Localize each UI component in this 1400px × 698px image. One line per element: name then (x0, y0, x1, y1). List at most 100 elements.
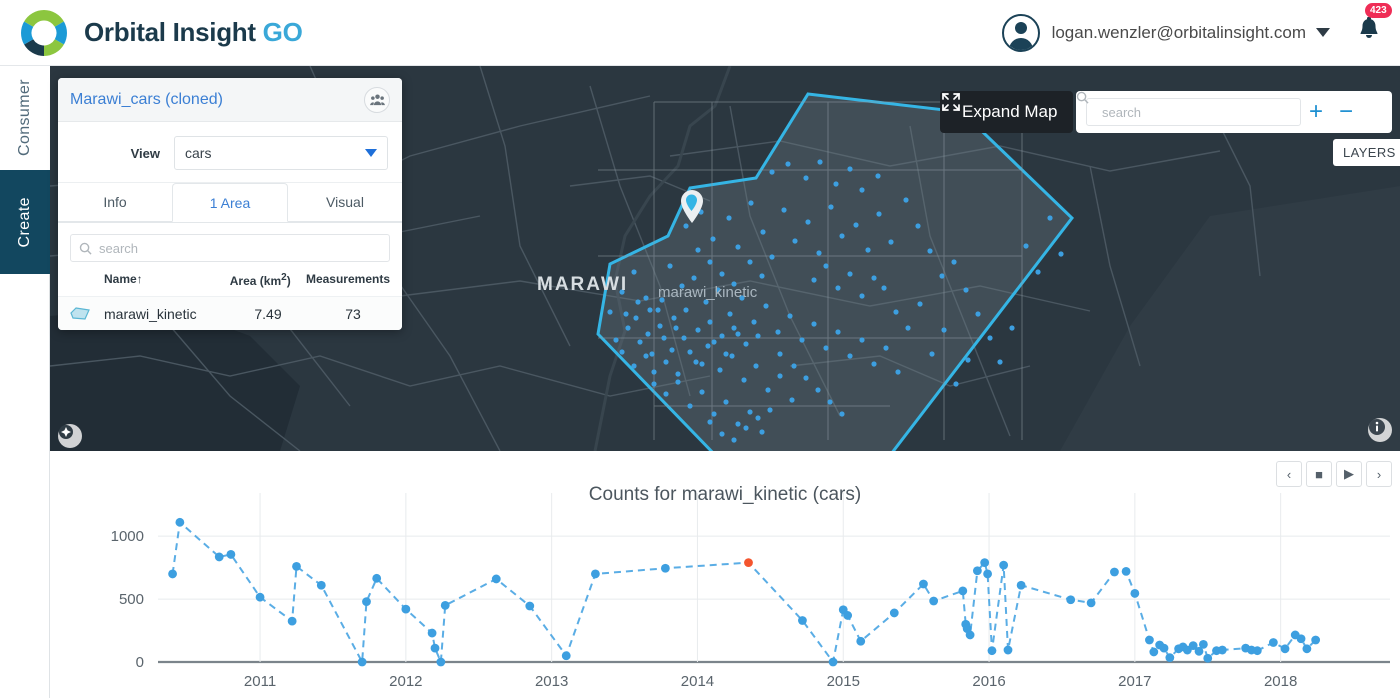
data-point[interactable] (168, 569, 177, 579)
data-point[interactable] (1086, 598, 1096, 608)
expand-arrows-icon (942, 93, 960, 111)
app-header: Orbital Insight GO logan.wenzler@orbital… (0, 0, 1400, 66)
data-point[interactable] (427, 628, 437, 638)
data-point[interactable] (561, 651, 571, 661)
search-icon (79, 242, 92, 255)
data-point[interactable] (1302, 644, 1312, 654)
project-panel: Marawi_cars (cloned) View cars Info 1 Ar… (58, 78, 402, 330)
chevron-down-icon[interactable] (1316, 28, 1330, 37)
data-point[interactable] (798, 616, 807, 625)
data-point[interactable] (1165, 653, 1175, 662)
tab-info[interactable]: Info (58, 183, 172, 222)
data-point[interactable] (1311, 635, 1321, 645)
data-point[interactable] (357, 657, 367, 667)
data-point[interactable] (1149, 647, 1159, 657)
area-search-input[interactable]: search (70, 234, 390, 262)
data-point[interactable] (1159, 643, 1169, 653)
view-select[interactable]: cars (174, 136, 388, 170)
table-row[interactable]: marawi_kinetic 7.49 73 (58, 296, 402, 330)
data-point[interactable] (491, 574, 501, 584)
row-area-cell: 7.49 (254, 305, 282, 322)
data-point[interactable] (316, 580, 326, 590)
data-point[interactable] (1280, 644, 1290, 654)
data-point[interactable] (1016, 580, 1026, 590)
x-axis-tick-label: 2018 (1264, 673, 1297, 690)
notifications-button[interactable]: 423 (1356, 3, 1392, 49)
left-sidebar: Consumer Create (0, 66, 50, 698)
brand-name-go: GO (262, 17, 303, 47)
row-measurements-cell: 73 (345, 305, 361, 322)
info-icon[interactable] (1368, 418, 1392, 442)
header-user-area: logan.wenzler@orbitalinsight.com 423 (1001, 3, 1392, 52)
data-point[interactable] (983, 569, 992, 579)
search-icon (1076, 91, 1089, 104)
data-point[interactable] (287, 616, 297, 626)
data-point[interactable] (362, 597, 371, 606)
data-point[interactable] (889, 608, 899, 618)
zoom-in-button[interactable]: + (1301, 100, 1331, 124)
data-point[interactable] (980, 558, 990, 567)
panel-title[interactable]: Marawi_cars (cloned) (70, 91, 223, 109)
data-point[interactable] (1198, 639, 1208, 649)
data-point[interactable] (1268, 638, 1278, 647)
data-point[interactable] (999, 560, 1009, 570)
data-point[interactable] (843, 611, 853, 620)
timeseries-chart[interactable]: 0 500 1000 2011 2012 2013 2014 2015 2016 2017 2018 (50, 451, 1400, 698)
data-point[interactable] (1252, 646, 1262, 656)
compass-icon[interactable] (58, 424, 82, 448)
tab-visual[interactable]: Visual (288, 183, 402, 222)
map-search-input[interactable]: search (1076, 91, 1301, 126)
column-header-area[interactable]: Area (km2) (215, 272, 306, 288)
layers-button[interactable]: LAYERS (1333, 139, 1400, 166)
row-name-cell: marawi_kinetic (70, 306, 220, 322)
map-city-label: MARAWI (537, 274, 629, 295)
data-point[interactable] (828, 657, 838, 667)
data-point[interactable] (292, 561, 301, 571)
column-header-name[interactable]: Name↑ (70, 272, 215, 288)
data-point[interactable] (175, 517, 185, 527)
expand-map-button[interactable]: Expand Map (940, 91, 1074, 133)
data-point[interactable] (590, 569, 600, 579)
x-axis-tick-label: 2011 (244, 673, 276, 690)
data-point[interactable] (1110, 567, 1119, 577)
data-point[interactable] (1145, 635, 1154, 645)
panel-header: Marawi_cars (cloned) (58, 78, 402, 122)
brand-logo[interactable]: Orbital Insight GO (16, 5, 303, 61)
data-point[interactable] (1130, 589, 1140, 598)
data-point[interactable] (929, 596, 939, 606)
data-point[interactable] (919, 579, 928, 589)
data-point[interactable] (430, 643, 440, 653)
data-point[interactable] (1121, 567, 1131, 576)
avatar[interactable] (1001, 13, 1040, 52)
data-point[interactable] (1296, 634, 1306, 644)
data-point[interactable] (1066, 595, 1076, 605)
tab-areas[interactable]: 1 Area (172, 183, 288, 222)
selected-data-point[interactable] (744, 558, 753, 567)
data-point[interactable] (1203, 653, 1213, 663)
data-point[interactable] (401, 604, 411, 614)
data-point[interactable] (372, 573, 382, 583)
view-selector-row: View cars (58, 122, 402, 183)
data-point[interactable] (972, 566, 982, 576)
timeseries-panel: Counts for marawi_kinetic (cars) ‹ ■ ▶ ›… (50, 451, 1400, 698)
data-point[interactable] (1217, 645, 1227, 655)
map-area-label: marawi_kinetic (658, 284, 758, 301)
data-point[interactable] (965, 630, 975, 640)
data-point[interactable] (226, 550, 236, 559)
data-point[interactable] (856, 636, 866, 646)
data-point[interactable] (436, 657, 446, 667)
data-point[interactable] (214, 552, 224, 562)
data-point[interactable] (987, 646, 997, 656)
data-point[interactable] (525, 601, 535, 611)
zoom-out-button[interactable]: − (1331, 100, 1361, 124)
sidebar-item-consumer[interactable]: Consumer (0, 66, 50, 170)
column-header-measurements[interactable]: Measurements (306, 272, 390, 288)
x-axis-tick-label: 2012 (389, 673, 422, 690)
data-point[interactable] (255, 592, 265, 602)
share-users-icon[interactable] (364, 86, 390, 113)
data-point[interactable] (958, 586, 968, 596)
data-point[interactable] (1003, 645, 1013, 655)
data-point[interactable] (440, 600, 450, 610)
data-point[interactable] (660, 563, 670, 573)
sidebar-item-create[interactable]: Create (0, 170, 50, 274)
